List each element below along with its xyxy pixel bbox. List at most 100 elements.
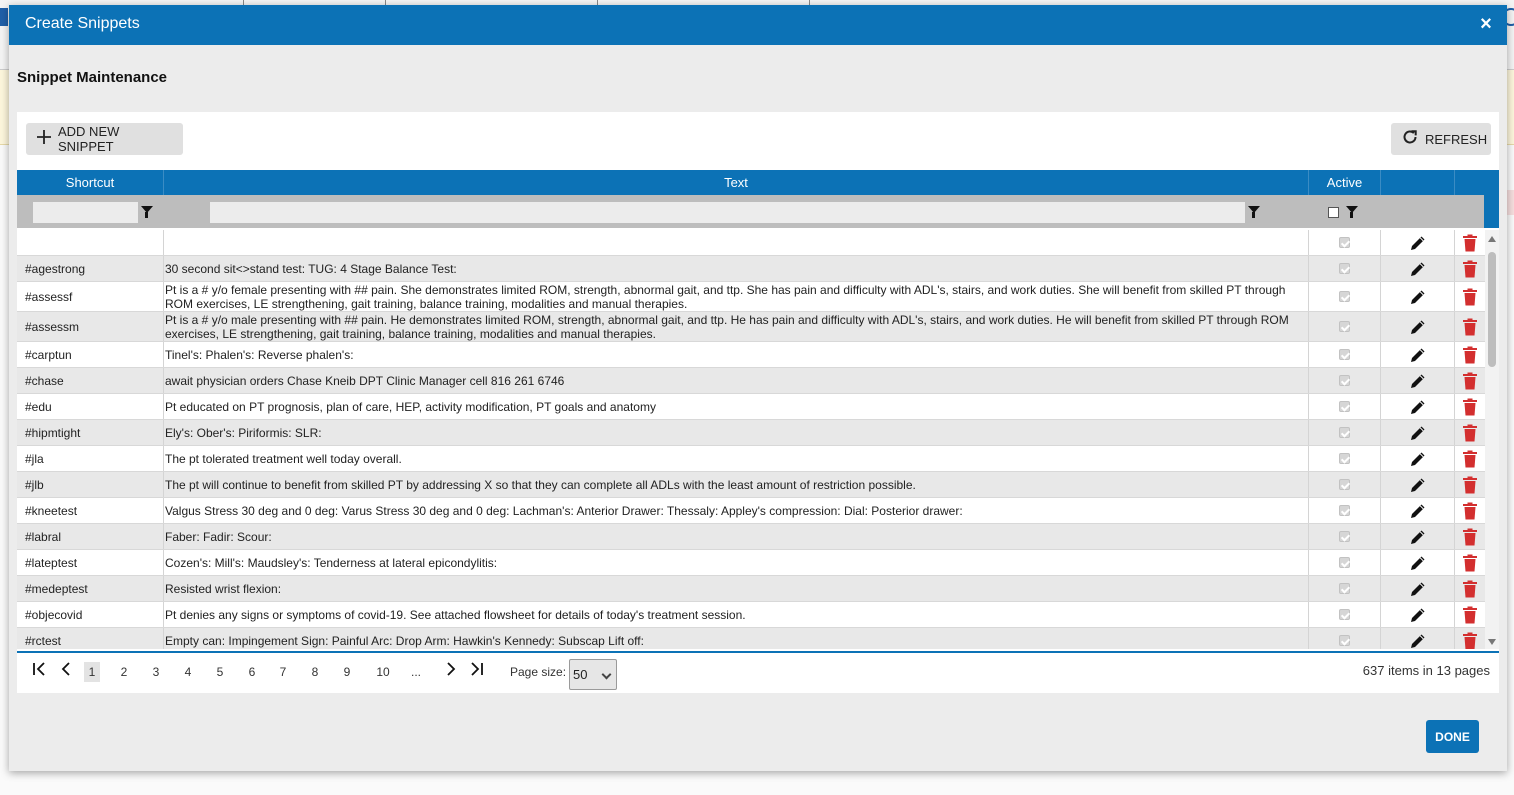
delete-trash-icon[interactable] [1462,346,1478,364]
edit-pencil-icon[interactable] [1409,318,1427,336]
grid-pager: 1 2 3 4 5 6 7 8 9 10... Page size: 50 637 items i… [17,651,1499,693]
delete-trash-icon[interactable] [1462,606,1478,624]
table-row[interactable]: #objecovid Pt denies any signs or symptom… [17,602,1485,628]
delete-cell [1455,368,1485,393]
edit-cell [1381,256,1455,281]
edit-pencil-icon[interactable] [1409,234,1427,252]
edit-pencil-icon[interactable] [1409,260,1427,278]
column-header-shortcut[interactable]: Shortcut [17,170,164,195]
delete-trash-icon[interactable] [1462,502,1478,520]
table-row[interactable]: #rctest Empty can: Impingement Sign: Pain… [17,628,1485,649]
add-new-snippet-label: ADD NEW SNIPPET [58,124,120,154]
delete-trash-icon[interactable] [1462,234,1478,252]
table-row[interactable]: #carptun Tinel's: Phalen's: Reverse phale… [17,342,1485,368]
table-row[interactable]: #hipmtight Ely's: Ober's: Piriformis: SLR… [17,420,1485,446]
page-number-button[interactable]: 3 [148,662,164,682]
active-checkbox [1339,479,1350,490]
delete-cell [1455,446,1485,471]
edit-pencil-icon[interactable] [1409,346,1427,364]
previous-page-button[interactable] [57,662,75,682]
edit-pencil-icon[interactable] [1409,424,1427,442]
table-row[interactable]: #medeptest Resisted wrist flexion: [17,576,1485,602]
active-filter-checkbox[interactable] [1328,207,1339,218]
table-row[interactable] [17,230,1485,256]
delete-trash-icon[interactable] [1462,450,1478,468]
table-row[interactable]: #agestrong 30 second sit<>stand test: TUG… [17,256,1485,282]
page-number-button[interactable]: 5 [212,662,228,682]
page-number-button[interactable]: 4 [180,662,196,682]
last-page-icon [471,662,483,676]
edit-pencil-icon[interactable] [1409,476,1427,494]
chevron-down-icon [601,669,612,680]
done-button[interactable]: DONE [1426,720,1479,753]
close-icon[interactable]: × [1477,14,1495,34]
table-row[interactable]: #kneetest Valgus Stress 30 deg and 0 deg:… [17,498,1485,524]
scroll-down-icon[interactable] [1488,639,1496,645]
delete-trash-icon[interactable] [1462,372,1478,390]
table-row[interactable]: #jla The pt tolerated treatment well toda… [17,446,1485,472]
grid-scrollbar[interactable] [1485,230,1499,649]
next-page-button[interactable] [442,662,460,682]
table-row[interactable]: #assessf Pt is a # y/o female presenting … [17,282,1485,312]
delete-trash-icon[interactable] [1462,476,1478,494]
active-checkbox [1339,375,1350,386]
first-page-button[interactable] [31,662,49,682]
delete-trash-icon[interactable] [1462,424,1478,442]
shortcut-filter-icon[interactable] [141,206,153,218]
delete-trash-icon[interactable] [1462,260,1478,278]
active-filter-icon[interactable] [1346,206,1358,218]
delete-trash-icon[interactable] [1462,398,1478,416]
edit-pencil-icon[interactable] [1409,288,1427,306]
page-number-button[interactable]: 7 [275,662,291,682]
delete-cell [1455,230,1485,255]
edit-pencil-icon[interactable] [1409,502,1427,520]
edit-pencil-icon[interactable] [1409,398,1427,416]
page-number-button[interactable]: 2 [116,662,132,682]
add-new-snippet-button[interactable]: ADD NEW SNIPPET [26,123,183,155]
edit-pencil-icon[interactable] [1409,528,1427,546]
edit-pencil-icon[interactable] [1409,632,1427,650]
delete-cell [1455,628,1485,649]
page-number-button[interactable]: 9 [339,662,355,682]
dialog-header: Create Snippets × [9,5,1507,45]
delete-trash-icon[interactable] [1462,288,1478,306]
table-row[interactable]: #assessm Pt is a # y/o male presenting wi… [17,312,1485,342]
page-number-button[interactable]: 1 [84,662,100,682]
active-cell [1309,256,1381,281]
column-header-active[interactable]: Active [1309,170,1381,195]
scroll-up-icon[interactable] [1488,236,1496,242]
table-row[interactable]: #chase await physician orders Chase Kneib… [17,368,1485,394]
page-number-button[interactable]: 6 [244,662,260,682]
text-cell: Tinel's: Phalen's: Reverse phalen's: [164,342,1309,367]
edit-cell [1381,576,1455,601]
edit-pencil-icon[interactable] [1409,450,1427,468]
column-header-text[interactable]: Text [164,170,1309,195]
delete-trash-icon[interactable] [1462,554,1478,572]
page-number-button[interactable]: 10 [371,662,395,682]
shortcut-filter-input[interactable] [33,202,138,223]
last-page-button[interactable] [467,662,485,682]
edit-pencil-icon[interactable] [1409,606,1427,624]
table-row[interactable]: #jlb The pt will continue to benefit from… [17,472,1485,498]
edit-cell [1381,230,1455,255]
table-row[interactable]: #edu Pt educated on PT prognosis, plan of… [17,394,1485,420]
page-size-select[interactable]: 50 [569,659,617,690]
delete-trash-icon[interactable] [1462,580,1478,598]
edit-pencil-icon[interactable] [1409,554,1427,572]
delete-cell [1455,420,1485,445]
text-filter-icon[interactable] [1248,206,1260,218]
delete-cell [1455,282,1485,311]
more-pages-button[interactable]: ... [405,662,427,682]
refresh-button[interactable]: REFRESH [1391,123,1491,155]
table-row[interactable]: #labral Faber: Fadir: Scour: [17,524,1485,550]
delete-trash-icon[interactable] [1462,528,1478,546]
edit-pencil-icon[interactable] [1409,372,1427,390]
scrollbar-thumb[interactable] [1488,252,1496,367]
table-row[interactable]: #lateptest Cozen's: Mill's: Maudsley's: T… [17,550,1485,576]
delete-trash-icon[interactable] [1462,318,1478,336]
edit-cell [1381,628,1455,649]
edit-pencil-icon[interactable] [1409,580,1427,598]
text-filter-input[interactable] [210,202,1245,223]
page-number-button[interactable]: 8 [307,662,323,682]
delete-trash-icon[interactable] [1462,632,1478,649]
